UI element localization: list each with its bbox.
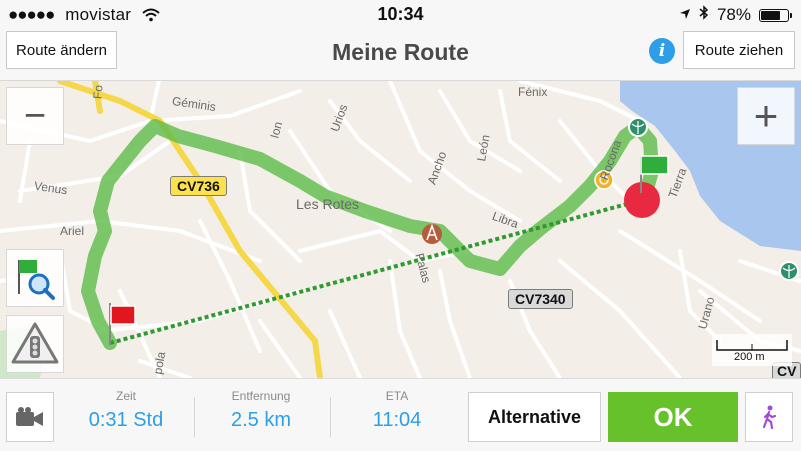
map-view[interactable]: Géminis Les Rotes Venus Ariel Ion Urios … bbox=[0, 81, 801, 378]
time-metric: Zeit 0:31 Std bbox=[61, 389, 191, 432]
alternative-button[interactable]: Alternative bbox=[468, 392, 601, 442]
map-canvas[interactable] bbox=[0, 81, 801, 378]
traffic-warning-button[interactable] bbox=[6, 315, 64, 373]
ok-button[interactable]: OK bbox=[608, 392, 738, 442]
volleyball-icon bbox=[779, 261, 799, 281]
bottom-bar: Zeit 0:31 Std Entfernung 2.5 km ETA 11:0… bbox=[0, 378, 801, 451]
eta-metric: ETA 11:04 bbox=[332, 389, 462, 432]
scale-label: 200 m bbox=[734, 351, 765, 363]
time-label: Zeit bbox=[115, 389, 136, 403]
video-camera-icon bbox=[16, 407, 43, 426]
road-shield-cv7340: CV7340 bbox=[508, 289, 573, 309]
pedestrian-icon bbox=[762, 405, 777, 429]
zoom-in-button[interactable]: + bbox=[737, 87, 795, 145]
info-icon[interactable]: i bbox=[649, 38, 675, 64]
street-label: Fo bbox=[90, 84, 106, 100]
flag-magnifier-icon bbox=[18, 260, 55, 300]
bluetooth-icon bbox=[699, 5, 709, 25]
road-shield-cv736: CV736 bbox=[170, 176, 227, 196]
battery-icon bbox=[759, 8, 792, 22]
eta-value: 11:04 bbox=[372, 409, 422, 431]
distance-label: Entfernung bbox=[231, 389, 291, 403]
street-label: Ariel bbox=[60, 224, 85, 238]
distance-value: 2.5 km bbox=[230, 409, 292, 431]
search-route-button[interactable] bbox=[6, 249, 64, 307]
status-bar: ●●●●● movistar 10:34 78% bbox=[0, 0, 801, 28]
divider bbox=[194, 397, 195, 437]
locality-label: Les Rotes bbox=[296, 196, 360, 212]
zoom-out-button[interactable]: − bbox=[6, 87, 64, 145]
drag-route-button[interactable]: Route ziehen bbox=[683, 31, 795, 69]
landmark-icon bbox=[422, 223, 442, 244]
traffic-warning-icon bbox=[11, 322, 59, 364]
minus-icon: − bbox=[23, 94, 47, 137]
status-icons: 78% bbox=[679, 5, 792, 25]
battery-level-fill bbox=[761, 10, 780, 20]
street-label: Fénix bbox=[518, 85, 548, 99]
location-arrow-icon bbox=[679, 5, 691, 25]
transport-mode-button[interactable] bbox=[745, 392, 793, 442]
distance-metric: Entfernung 2.5 km bbox=[196, 389, 326, 432]
time-value: 0:31 Std bbox=[88, 409, 164, 431]
battery-percent: 78% bbox=[716, 5, 751, 24]
camera-button[interactable] bbox=[6, 392, 54, 442]
page-title: Meine Route bbox=[332, 39, 469, 65]
map-scale: 200 m bbox=[712, 334, 792, 366]
eta-label: ETA bbox=[385, 389, 409, 403]
plus-icon: + bbox=[753, 92, 779, 139]
nav-bar: Route ändern Meine Route i Route ziehen bbox=[0, 28, 801, 81]
divider bbox=[330, 397, 331, 437]
volleyball-icon bbox=[628, 117, 648, 137]
